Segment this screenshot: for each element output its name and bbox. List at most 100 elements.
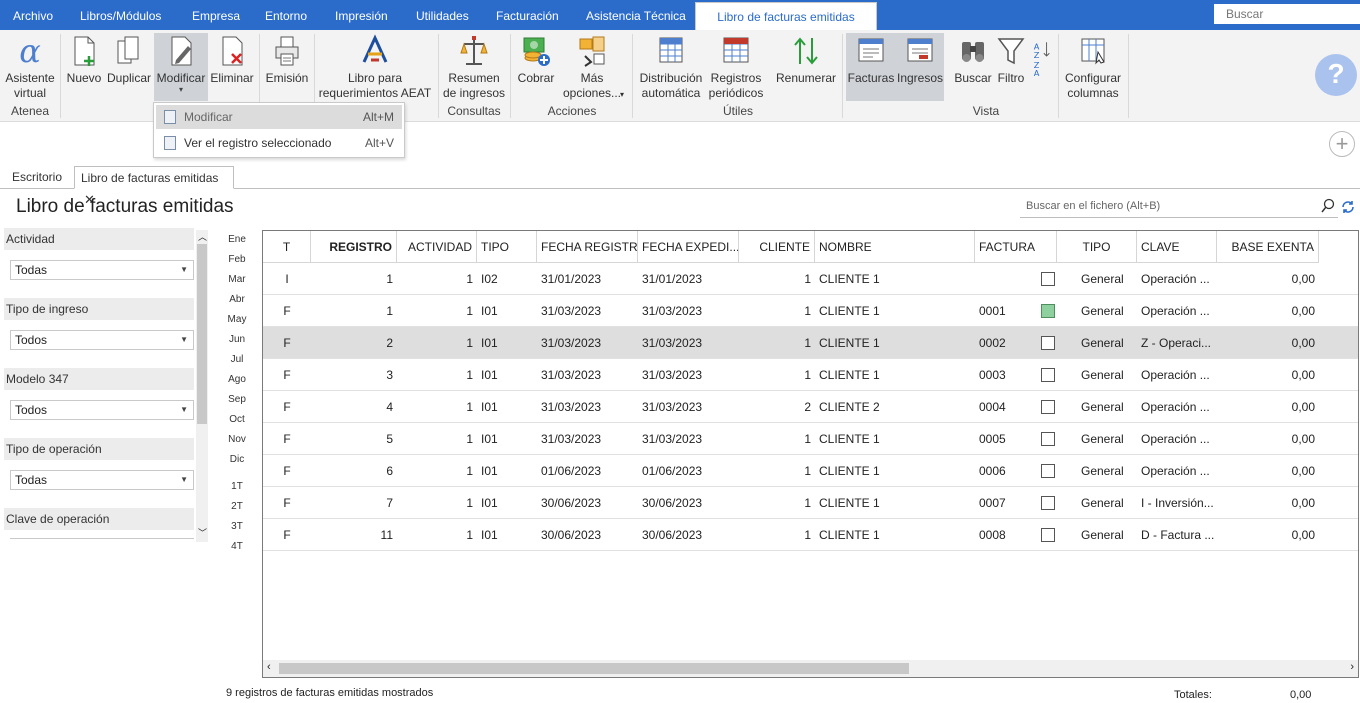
- table-row[interactable]: F 6 1 I01 01/06/2023 01/06/2023 1 CLIENTE 1 0006…: [263, 455, 1358, 487]
- row-checkbox[interactable]: [1041, 336, 1055, 350]
- ingresos-view-button[interactable]: Ingresos: [896, 33, 944, 101]
- menu-tab-archivo[interactable]: Archivo: [13, 0, 53, 30]
- row-checkbox[interactable]: [1041, 400, 1055, 414]
- column-header[interactable]: FACTURA: [975, 231, 1057, 263]
- table-row[interactable]: F 2 1 I01 31/03/2023 31/03/2023 1 CLIENTE 1 0002…: [263, 327, 1358, 359]
- scroll-left-icon[interactable]: ‹: [267, 661, 271, 673]
- month-item[interactable]: Feb: [226, 254, 248, 265]
- menu-tab-asistencia[interactable]: Asistencia Técnica: [586, 0, 686, 30]
- configurar-columnas-button[interactable]: Configurar columnas: [1062, 34, 1124, 101]
- column-header[interactable]: FECHA REGISTRO: [537, 231, 638, 263]
- scroll-down-icon[interactable]: ﹀: [198, 526, 207, 539]
- menu-tab-facturacion[interactable]: Facturación: [496, 0, 559, 30]
- refresh-icon[interactable]: [1340, 199, 1356, 215]
- month-item[interactable]: Jun: [226, 334, 248, 345]
- column-header[interactable]: CLAVE: [1137, 231, 1217, 263]
- modificar-button[interactable]: Modificar ▾: [154, 33, 208, 101]
- column-header[interactable]: TIPO: [1057, 231, 1137, 263]
- column-header[interactable]: FECHA EXPEDI...: [638, 231, 739, 263]
- help-icon[interactable]: ?: [1315, 54, 1357, 96]
- facturas-view-button[interactable]: Facturas: [846, 33, 896, 101]
- scroll-thumb[interactable]: [279, 663, 909, 674]
- duplicate-icon: [117, 36, 139, 64]
- menu-item-ver-registro[interactable]: Ver el registro seleccionado Alt+V: [156, 131, 402, 155]
- search-icon[interactable]: [1320, 198, 1336, 214]
- table-row[interactable]: F 3 1 I01 31/03/2023 31/03/2023 1 CLIENTE 1 0003…: [263, 359, 1358, 391]
- month-item[interactable]: Jul: [226, 354, 248, 365]
- month-item[interactable]: May: [226, 314, 248, 325]
- add-panel-icon[interactable]: +: [1329, 131, 1355, 157]
- modelo-347-select[interactable]: Todos ▼: [10, 400, 194, 420]
- quarter-item[interactable]: 1T: [226, 481, 248, 492]
- month-item[interactable]: Nov: [226, 434, 248, 445]
- menu-tab-impresion[interactable]: Impresión: [335, 0, 388, 30]
- table-row[interactable]: F 1 1 I01 31/03/2023 31/03/2023 1 CLIENTE 1 0001…: [263, 295, 1358, 327]
- quarter-item[interactable]: 4T: [226, 541, 248, 552]
- tab-libro-facturas[interactable]: Libro de facturas emitidas ✕: [74, 166, 234, 207]
- month-item[interactable]: Oct: [226, 414, 248, 425]
- menu-tab-utilidades[interactable]: Utilidades: [416, 0, 469, 30]
- sort-button[interactable]: AZZA: [1030, 34, 1054, 81]
- row-checkbox[interactable]: [1041, 368, 1055, 382]
- distribucion-automatica-button[interactable]: Distribución automática: [638, 34, 704, 101]
- menu-tab-libro-facturas[interactable]: Libro de facturas emitidas: [695, 2, 877, 30]
- mas-opciones-button[interactable]: Más opciones... ▾: [558, 34, 626, 101]
- table-row[interactable]: F 4 1 I01 31/03/2023 31/03/2023 2 CLIENTE 2 0004…: [263, 391, 1358, 423]
- column-header[interactable]: NOMBRE: [815, 231, 975, 263]
- aeat-logo-icon: [362, 34, 388, 63]
- column-header[interactable]: T: [263, 231, 311, 263]
- nuevo-button[interactable]: Nuevo: [66, 34, 102, 86]
- registros-periodicos-button[interactable]: Registros periódicos: [706, 34, 766, 101]
- emision-button[interactable]: Emisión: [264, 34, 310, 86]
- column-header[interactable]: CLIENTE: [739, 231, 815, 263]
- duplicar-button[interactable]: Duplicar: [106, 34, 152, 86]
- filtro-button[interactable]: Filtro: [994, 34, 1028, 86]
- buscar-button[interactable]: Buscar: [954, 34, 992, 86]
- table-row[interactable]: F 7 1 I01 30/06/2023 30/06/2023 1 CLIENTE 1 0007…: [263, 487, 1358, 519]
- table-horizontal-scrollbar[interactable]: ‹ ›: [263, 660, 1358, 677]
- month-item[interactable]: Abr: [226, 294, 248, 305]
- filter-panel-scrollbar[interactable]: ︿ ﹀: [196, 230, 208, 542]
- quarter-item[interactable]: 3T: [226, 521, 248, 532]
- column-header[interactable]: BASE EXENTA: [1217, 231, 1319, 263]
- cobrar-button[interactable]: Cobrar: [514, 34, 558, 86]
- month-item[interactable]: Ago: [226, 374, 248, 385]
- scroll-up-icon[interactable]: ︿: [198, 230, 207, 243]
- renumerar-button[interactable]: Renumerar: [774, 34, 838, 86]
- row-checkbox[interactable]: [1041, 496, 1055, 510]
- scroll-thumb[interactable]: [197, 244, 207, 424]
- top-search-input[interactable]: Buscar: [1214, 4, 1360, 24]
- month-item[interactable]: Mar: [226, 274, 248, 285]
- column-header[interactable]: TIPO: [477, 231, 537, 263]
- row-checkbox[interactable]: [1041, 304, 1055, 318]
- row-checkbox[interactable]: [1041, 432, 1055, 446]
- column-header[interactable]: ACTIVIDAD: [397, 231, 477, 263]
- asistente-virtual-button[interactable]: α Asistente virtual: [4, 34, 56, 101]
- table-row[interactable]: F 5 1 I01 31/03/2023 31/03/2023 1 CLIENTE 1 0005…: [263, 423, 1358, 455]
- table-row[interactable]: I 1 1 I02 31/01/2023 31/01/2023 1 CLIENTE 1 Gene…: [263, 263, 1358, 295]
- file-search-input[interactable]: Buscar en el fichero (Alt+B): [1020, 196, 1338, 218]
- column-header[interactable]: REGISTRO: [311, 231, 397, 263]
- menu-tab-libros[interactable]: Libros/Módulos: [80, 0, 161, 30]
- tipo-ingreso-select[interactable]: Todos ▼: [10, 330, 194, 350]
- actividad-select[interactable]: Todas ▼: [10, 260, 194, 280]
- row-checkbox[interactable]: [1041, 464, 1055, 478]
- row-checkbox[interactable]: [1041, 528, 1055, 542]
- libro-aeat-button[interactable]: Libro para requerimientos AEAT: [318, 34, 432, 101]
- quarter-item[interactable]: 2T: [226, 501, 248, 512]
- cell-tipo2: General: [1081, 368, 1124, 382]
- resumen-ingresos-button[interactable]: Resumen de ingresos: [442, 34, 506, 101]
- row-checkbox[interactable]: [1041, 272, 1055, 286]
- month-item[interactable]: Ene: [226, 234, 248, 245]
- menu-item-modificar[interactable]: Modificar Alt+M: [156, 105, 402, 129]
- scroll-right-icon[interactable]: ›: [1350, 661, 1354, 673]
- month-item[interactable]: Sep: [226, 394, 248, 405]
- tipo-operacion-select[interactable]: Todas ▼: [10, 470, 194, 490]
- menu-tab-entorno[interactable]: Entorno: [265, 0, 307, 30]
- tab-escritorio[interactable]: Escritorio: [6, 166, 68, 189]
- month-item[interactable]: Dic: [226, 454, 248, 465]
- menu-tab-empresa[interactable]: Empresa: [192, 0, 240, 30]
- table-row[interactable]: F 11 1 I01 30/06/2023 30/06/2023 1 CLIENTE 1 000…: [263, 519, 1358, 551]
- cell-t: F: [283, 400, 291, 414]
- eliminar-button[interactable]: Eliminar: [210, 34, 254, 86]
